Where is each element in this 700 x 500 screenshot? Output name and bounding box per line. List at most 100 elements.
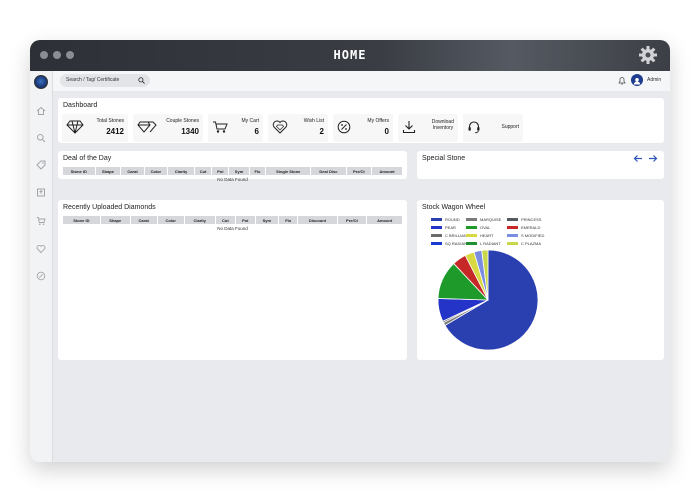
legend-swatch [507,218,518,221]
recent-column-header[interactable]: Pol [236,216,255,224]
user-name[interactable]: Admin [647,77,661,83]
recent-column-header[interactable]: Carat [130,216,157,224]
table-header-row: Stone ID Shape Carat Color Clarity Cut Pol Sym F… [63,167,402,175]
legend-swatch [431,226,442,229]
legend-label: EMERALD [521,225,540,230]
legend-item[interactable]: SQ RADIANT [431,241,470,246]
stat-label: My Offers [367,118,389,124]
search-placeholder: Search / Tag/ Certificate [66,77,120,83]
cart-icon[interactable] [36,216,46,226]
download-inventory-button[interactable]: Download Inventory [398,114,458,142]
deal-column-header[interactable]: Stone ID [63,167,95,175]
recent-column-header[interactable]: Color [157,216,184,224]
dashboard-panel: Dashboard Total Stones 2412 Couple Stone… [58,98,664,143]
bell-icon[interactable] [618,76,626,85]
legend-item[interactable]: C BRILLIANT [431,233,470,238]
couple-diamond-icon [137,121,157,133]
stat-value: 2412 [106,127,124,136]
stat-total-stones[interactable]: Total Stones 2412 [62,114,128,142]
deal-column-header[interactable]: Single Stone [266,167,311,175]
legend-swatch [466,234,477,237]
recent-empty-message: No Data Found [217,226,248,231]
table-header-row: Stone ID Shape Carat Color Clarity Cut Pol Sym F… [63,216,402,224]
stat-label: Total Stones [96,118,124,124]
deal-column-header[interactable]: Cut [194,167,212,175]
search-icon[interactable] [138,77,145,84]
arrow-left-icon[interactable] [633,154,643,163]
legend-item[interactable]: PEAR [431,225,456,230]
stat-label: Couple Stones [166,118,199,124]
home-icon[interactable] [36,106,46,116]
user-icon [633,78,641,85]
stat-label: My Cart [241,118,260,124]
legend-item[interactable]: EMERALD [507,225,540,230]
legend-item[interactable]: L RADIANT [466,241,501,246]
recent-table: Stone ID Shape Carat Color Clarity Cut Pol Sym F… [62,215,403,225]
stat-wish-list[interactable]: Wish List 2 [268,114,328,142]
legend-label: OVAL [480,225,491,230]
legend-swatch [431,234,442,237]
search-icon[interactable] [36,133,46,143]
deal-column-header[interactable]: Clarity [168,167,194,175]
recent-column-header[interactable]: Cut [215,216,235,224]
recent-column-header[interactable]: Shape [100,216,130,224]
recent-column-header[interactable]: Amount [367,216,402,224]
window-title: HOME [333,48,367,62]
recent-column-header[interactable]: Discount [298,216,337,224]
arrow-right-icon[interactable] [648,154,658,163]
deal-column-header[interactable]: Shape [95,167,121,175]
stat-label: Wish List [303,118,324,124]
heart-diamond-icon [272,120,288,134]
deal-column-header[interactable]: Amount [372,167,402,175]
legend-item[interactable]: MARQUISE [466,217,502,222]
download-label-line2: Inventory [432,125,454,131]
legend-swatch [507,242,518,245]
stat-my-cart[interactable]: My Cart 6 [208,114,263,142]
avatar[interactable] [631,74,643,86]
support-label: Support [501,124,519,130]
deal-column-header[interactable]: Per/Ct [346,167,372,175]
offer-icon [337,120,351,134]
legend-item[interactable]: HEART [466,233,494,238]
support-button[interactable]: Support [463,114,523,142]
recent-column-header[interactable]: Stone ID [63,216,100,224]
brand-logo[interactable] [34,75,48,89]
recent-column-header[interactable]: Flo [279,216,298,224]
headset-icon [468,121,480,134]
deal-column-header[interactable]: Color [144,167,168,175]
deal-column-header[interactable]: Pol [212,167,229,175]
stat-my-offers[interactable]: My Offers 0 [333,114,393,142]
stat-couple-stones[interactable]: Couple Stones 1340 [133,114,203,142]
legend-item[interactable]: C PLAZMA [507,241,541,246]
diamond-icon [66,120,84,134]
legend-item[interactable]: OVAL [466,225,491,230]
deal-column-header[interactable]: Sym [229,167,249,175]
cart-icon [213,121,228,133]
legend-swatch [466,242,477,245]
upload-icon[interactable] [36,187,46,197]
deal-table: Stone ID Shape Carat Color Clarity Cut Pol Sym F… [62,166,403,176]
stat-value: 2 [319,127,324,136]
legend-item[interactable]: S MODIFIED [507,233,544,238]
legend-label: ROUND [445,217,460,222]
recent-column-header[interactable]: Clarity [184,216,215,224]
legend-label: PRINCESS [521,217,542,222]
title-bar: HOME [30,40,670,71]
legend-swatch [466,226,477,229]
gear-icon[interactable] [638,45,658,65]
legend-label: MARQUISE [480,217,502,222]
tag-icon[interactable] [36,160,46,170]
recent-column-header[interactable]: Per/Ct [337,216,367,224]
sidebar [30,71,53,462]
offer-icon[interactable] [36,271,46,281]
deal-column-header[interactable]: Flo [249,167,266,175]
deal-column-header[interactable]: Carat [121,167,144,175]
recent-title: Recently Uploaded Diamonds [63,204,156,211]
legend-item[interactable]: ROUND [431,217,460,222]
legend-item[interactable]: PRINCESS [507,217,542,222]
recent-column-header[interactable]: Sym [255,216,279,224]
deal-column-header[interactable]: Deal Disc [311,167,346,175]
heart-icon[interactable] [36,244,46,254]
search-input[interactable]: Search / Tag/ Certificate [60,74,150,87]
legend-label: HEART [480,233,494,238]
